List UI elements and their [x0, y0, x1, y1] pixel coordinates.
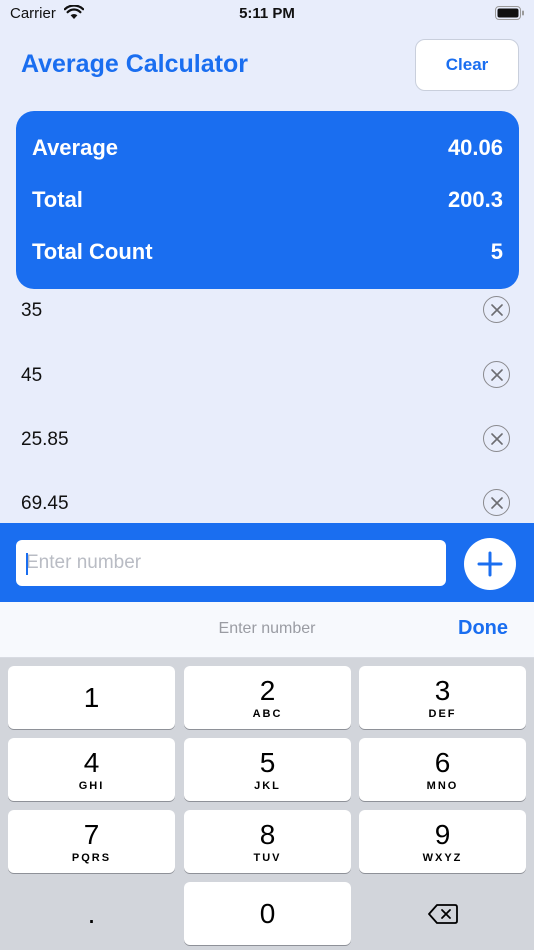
key-7[interactable]: 7 PQRS [8, 810, 175, 873]
remove-item-button[interactable] [483, 296, 510, 323]
clear-button[interactable]: Clear [415, 39, 519, 91]
number-input[interactable] [16, 540, 446, 586]
key-digit: 9 [434, 818, 451, 850]
key-4[interactable]: 4 GHI [8, 738, 175, 801]
plus-icon [477, 551, 503, 577]
average-value: 40.06 [447, 135, 503, 160]
key-letters: MNO [426, 779, 459, 792]
close-icon [490, 368, 503, 381]
list-item-value: 45 [21, 365, 43, 386]
keyboard-accessory-bar: Enter number Done [0, 602, 534, 658]
key-letters: GHI [78, 779, 105, 792]
list-item: 45 [0, 355, 534, 419]
total-row: Total 200.3 [32, 185, 503, 215]
key-decimal[interactable]: . [8, 882, 175, 945]
key-1[interactable]: 1 [8, 666, 175, 729]
battery-icon [495, 6, 525, 25]
total-value: 200.3 [447, 187, 503, 212]
key-digit: 6 [434, 746, 451, 778]
list-item: 25.85 [0, 419, 534, 483]
list-item-value: 69.45 [21, 493, 69, 514]
list-item: 35 [0, 290, 534, 354]
key-6[interactable]: 6 MNO [359, 738, 526, 801]
status-bar: Carrier 5:11 PM [0, 0, 534, 30]
key-letters: WXYZ [422, 851, 463, 864]
key-0[interactable]: 0 [184, 882, 351, 945]
count-value: 5 [490, 239, 503, 264]
status-time: 5:11 PM [239, 5, 295, 22]
key-5[interactable]: 5 JKL [184, 738, 351, 801]
remove-item-button[interactable] [483, 425, 510, 452]
backspace-icon [427, 903, 458, 924]
key-digit: . [87, 897, 96, 929]
key-digit: 7 [83, 818, 100, 850]
numeric-keypad: 1 2 ABC 3 DEF 4 GHI 5 JKL 6 MNO 7 PQRS 8… [0, 658, 534, 950]
add-button[interactable] [464, 538, 516, 590]
key-2[interactable]: 2 ABC [184, 666, 351, 729]
remove-item-button[interactable] [483, 361, 510, 388]
key-digit: 8 [259, 818, 276, 850]
list-item-value: 25.85 [21, 429, 69, 450]
close-icon [490, 303, 503, 316]
count-label: Total Count [32, 239, 153, 264]
key-digit: 3 [434, 674, 451, 706]
input-bar [0, 523, 534, 602]
close-icon [490, 432, 503, 445]
list-item-value: 35 [21, 300, 43, 321]
key-digit: 2 [259, 674, 276, 706]
key-letters: PQRS [71, 851, 112, 864]
key-8[interactable]: 8 TUV [184, 810, 351, 873]
remove-item-button[interactable] [483, 489, 510, 516]
key-digit: 5 [259, 746, 276, 778]
summary-card: Average 40.06 Total 200.3 Total Count 5 [16, 111, 519, 289]
key-letters: TUV [253, 851, 282, 864]
total-label: Total [32, 187, 83, 212]
delete-key[interactable] [359, 882, 526, 945]
count-row: Total Count 5 [32, 237, 503, 267]
key-9[interactable]: 9 WXYZ [359, 810, 526, 873]
key-letters: ABC [252, 707, 283, 720]
average-label: Average [32, 135, 119, 160]
accessory-placeholder: Enter number [218, 620, 316, 637]
key-letters: JKL [254, 779, 281, 792]
text-caret [26, 553, 28, 575]
done-button[interactable]: Done [458, 617, 508, 640]
close-icon [490, 496, 503, 509]
page-title: Average Calculator [21, 50, 248, 78]
key-digit: 1 [83, 681, 100, 713]
key-digit: 4 [83, 746, 100, 778]
average-row: Average 40.06 [32, 133, 503, 163]
key-3[interactable]: 3 DEF [359, 666, 526, 729]
key-digit: 0 [259, 897, 276, 929]
key-letters: DEF [428, 707, 457, 720]
